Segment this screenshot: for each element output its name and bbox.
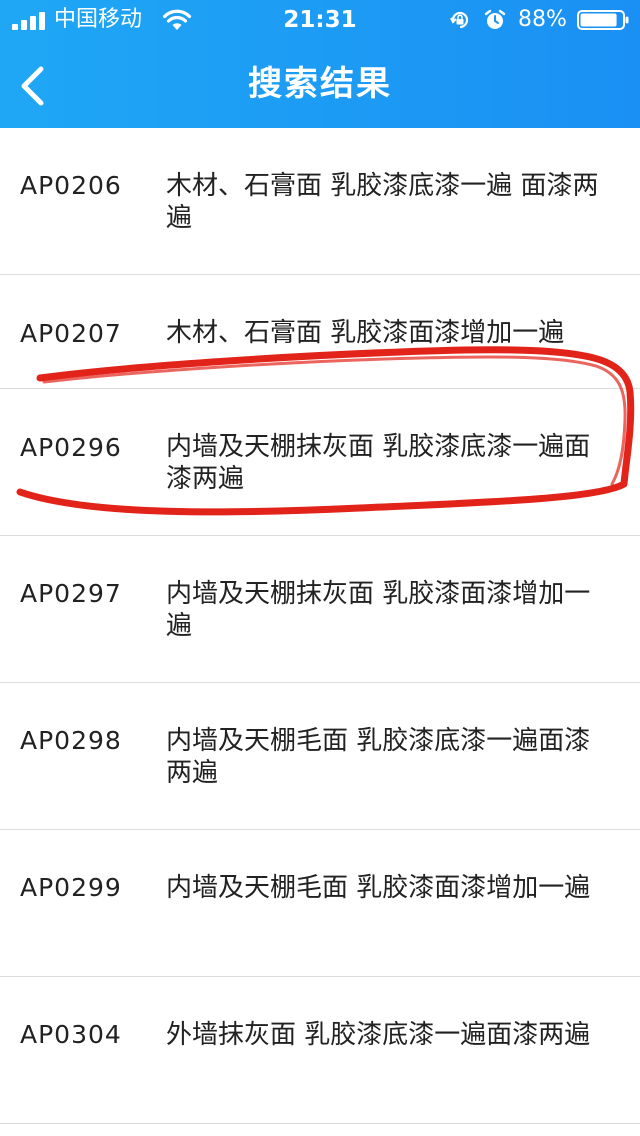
battery-percent: 88% bbox=[518, 7, 567, 32]
result-description: 内墙及天棚抹灰面 乳胶漆面漆增加一遍 bbox=[166, 579, 591, 641]
result-description: 内墙及天棚毛面 乳胶漆面漆增加一遍 bbox=[166, 873, 591, 903]
result-description: 外墙抹灰面 乳胶漆底漆一遍面漆两遍 bbox=[166, 1020, 591, 1050]
result-row[interactable]: AP0304 外墙抹灰面 乳胶漆底漆一遍面漆两遍 bbox=[0, 977, 640, 1124]
result-description: 木材、石膏面 乳胶漆底漆一遍 面漆两遍 bbox=[166, 171, 599, 233]
chevron-left-icon bbox=[21, 66, 44, 106]
result-row[interactable]: AP0298 内墙及天棚毛面 乳胶漆底漆一遍面漆两遍 bbox=[0, 683, 640, 830]
page-title: 搜索结果 bbox=[248, 64, 392, 104]
app-screen: 中国移动 21:31 88% 搜索结果 AP0206 木材、石膏面 乳胶漆底漆一… bbox=[0, 0, 640, 1136]
results-list: AP0206 木材、石膏面 乳胶漆底漆一遍 面漆两遍 AP0207 木材、石膏面… bbox=[0, 128, 640, 1124]
result-code: AP0299 bbox=[20, 873, 122, 902]
status-bar: 中国移动 21:31 88% bbox=[0, 0, 640, 40]
result-row[interactable]: AP0206 木材、石膏面 乳胶漆底漆一遍 面漆两遍 bbox=[0, 128, 640, 275]
orientation-lock-icon bbox=[450, 11, 469, 29]
result-code: AP0207 bbox=[20, 319, 122, 348]
result-row[interactable]: AP0297 内墙及天棚抹灰面 乳胶漆面漆增加一遍 bbox=[0, 536, 640, 683]
result-code: AP0297 bbox=[20, 579, 122, 608]
result-description: 内墙及天棚抹灰面 乳胶漆底漆一遍面漆两遍 bbox=[166, 432, 591, 494]
header: 中国移动 21:31 88% 搜索结果 bbox=[0, 0, 640, 128]
nav-bar: 搜索结果 bbox=[0, 40, 640, 128]
result-code: AP0296 bbox=[20, 433, 122, 462]
result-row[interactable]: AP0207 木材、石膏面 乳胶漆面漆增加一遍 bbox=[0, 275, 640, 389]
result-row[interactable]: AP0299 内墙及天棚毛面 乳胶漆面漆增加一遍 bbox=[0, 830, 640, 977]
back-button[interactable] bbox=[6, 52, 62, 116]
result-code: AP0304 bbox=[20, 1020, 122, 1049]
result-code: AP0298 bbox=[20, 726, 122, 755]
battery-icon bbox=[577, 10, 629, 30]
alarm-icon bbox=[484, 9, 506, 29]
result-description: 内墙及天棚毛面 乳胶漆底漆一遍面漆两遍 bbox=[166, 726, 591, 788]
result-description: 木材、石膏面 乳胶漆面漆增加一遍 bbox=[166, 318, 565, 348]
result-row[interactable]: AP0296 内墙及天棚抹灰面 乳胶漆底漆一遍面漆两遍 bbox=[0, 389, 640, 536]
result-code: AP0206 bbox=[20, 171, 122, 200]
